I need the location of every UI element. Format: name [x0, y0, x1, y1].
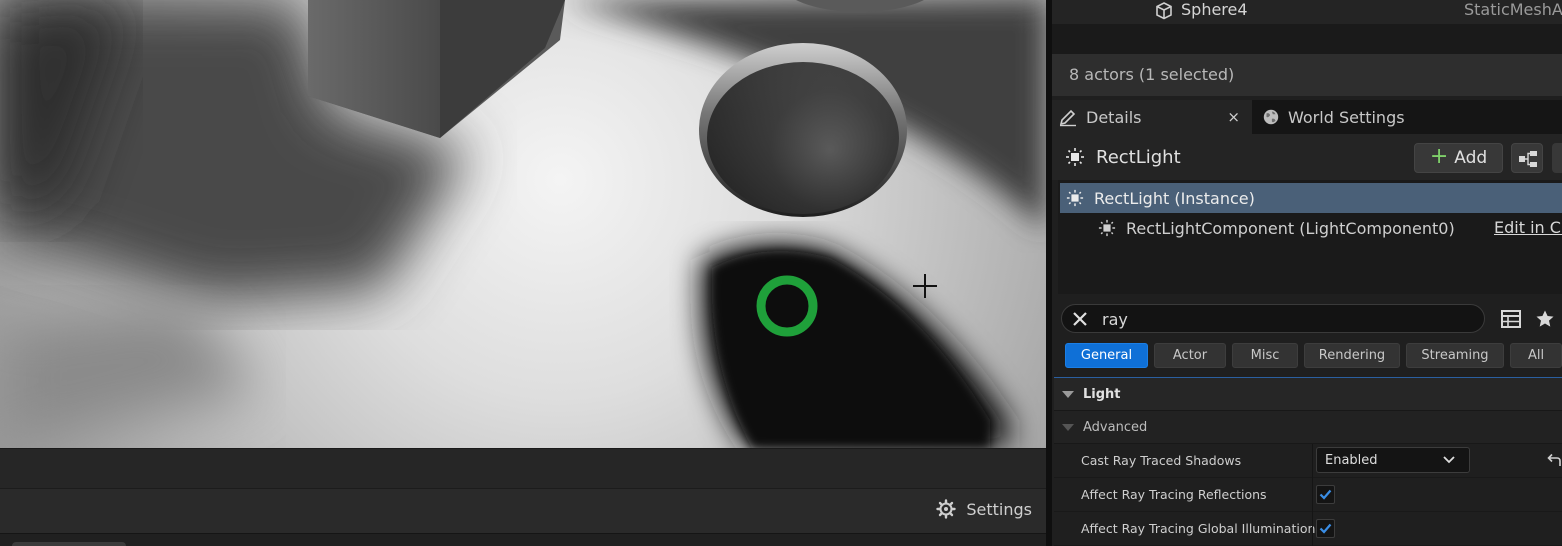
rect-light-icon [1066, 189, 1084, 207]
dropdown-value: Enabled [1325, 453, 1378, 468]
star-icon[interactable] [1535, 309, 1555, 329]
add-button-label: Add [1454, 148, 1488, 168]
overflow-button[interactable] [1552, 143, 1562, 173]
property-affect-ray-tracing-gi: Affect Ray Tracing Global Illumination [1054, 512, 1562, 546]
rect-light-icon [1098, 219, 1116, 237]
tab-details[interactable]: Details × [1052, 100, 1252, 134]
globe-icon [1263, 109, 1279, 125]
viewport-bottom-bar: Settings [0, 488, 1046, 533]
checkmark-icon [1319, 489, 1332, 500]
cast-shadows-dropdown[interactable]: Enabled [1316, 447, 1470, 473]
right-panel: Sphere4 StaticMeshA 8 actors (1 selected… [1052, 0, 1562, 546]
outliner-row-sphere4[interactable]: Sphere4 StaticMeshA [1052, 0, 1562, 24]
edit-in-cpp-link[interactable]: Edit in C+ [1494, 218, 1562, 237]
property-label: Cast Ray Traced Shadows [1081, 453, 1242, 468]
tab-world-settings-label: World Settings [1288, 107, 1405, 127]
filter-misc[interactable]: Misc [1232, 343, 1298, 368]
tab-details-label: Details [1086, 107, 1142, 127]
clear-search-icon[interactable] [1070, 309, 1090, 329]
category-advanced-label: Advanced [1083, 419, 1148, 435]
affect-gi-checkbox[interactable] [1316, 519, 1335, 538]
property-label: Affect Ray Tracing Global Illumination [1081, 521, 1316, 536]
category-filter-row: General Actor Misc Rendering Streaming A… [1052, 340, 1562, 370]
actor-count: 8 actors (1 selected) [1069, 65, 1235, 84]
component-row-rectlightcomponent[interactable]: RectLightComponent (LightComponent0) Edi… [1060, 213, 1562, 243]
filter-actor[interactable]: Actor [1154, 343, 1226, 368]
category-advanced[interactable]: Advanced [1054, 411, 1562, 444]
panel-tab-bar: Details × World Settings [1052, 100, 1562, 134]
filter-all[interactable]: All [1510, 343, 1562, 368]
filter-general[interactable]: General [1065, 343, 1148, 368]
hierarchy-icon [1519, 151, 1537, 167]
settings-button[interactable]: Settings [936, 499, 1032, 519]
viewport-footer [0, 533, 1046, 546]
column-divider[interactable] [1312, 478, 1313, 512]
settings-label: Settings [966, 499, 1032, 519]
outliner-status-bar: 8 actors (1 selected) [1052, 54, 1562, 96]
filter-rendering[interactable]: Rendering [1304, 343, 1400, 368]
chevron-down-icon [1443, 456, 1455, 464]
expand-arrow-icon [1062, 423, 1074, 431]
details-search-input[interactable] [1102, 308, 1472, 330]
property-matrix-icon[interactable] [1501, 310, 1521, 328]
component-child-label: RectLightComponent (LightComponent0) [1126, 218, 1455, 238]
category-light[interactable]: Light [1054, 378, 1562, 411]
column-divider[interactable] [1312, 444, 1313, 478]
close-icon[interactable]: × [1227, 108, 1240, 126]
add-component-button[interactable]: + Add [1414, 143, 1503, 173]
rect-light-icon [1066, 148, 1084, 166]
column-divider[interactable] [1312, 512, 1313, 546]
outliner-spacer [1052, 24, 1562, 54]
checkmark-icon [1319, 523, 1332, 534]
expand-arrow-icon [1062, 390, 1074, 398]
gear-icon [936, 499, 957, 519]
property-label: Affect Ray Tracing Reflections [1081, 487, 1267, 502]
filter-streaming[interactable]: Streaming [1406, 343, 1504, 368]
outliner-item-name: Sphere4 [1181, 0, 1248, 19]
component-tree: RectLight (Instance) RectLightComponent … [1058, 180, 1562, 294]
category-light-label: Light [1083, 386, 1121, 402]
details-header: RectLight + Add [1052, 134, 1562, 180]
component-root-label: RectLight (Instance) [1094, 188, 1255, 208]
viewport-scene [0, 0, 1046, 448]
property-list: Light Advanced Cast Ray Traced Shadows E… [1054, 377, 1562, 546]
property-affect-ray-tracing-reflections: Affect Ray Tracing Reflections [1054, 478, 1562, 512]
plus-icon: + [1429, 144, 1449, 169]
tab-world-settings[interactable]: World Settings [1258, 100, 1458, 134]
details-search-row [1052, 300, 1562, 336]
viewport-status-strip [0, 448, 1046, 488]
component-row-root[interactable]: RectLight (Instance) [1060, 183, 1562, 213]
blueprint-hierarchy-button[interactable] [1511, 143, 1543, 173]
footer-tab[interactable] [12, 542, 126, 546]
static-mesh-icon [1156, 2, 1172, 20]
details-actor-name: RectLight [1096, 147, 1181, 168]
affect-reflections-checkbox[interactable] [1316, 485, 1335, 504]
reset-to-default-icon[interactable] [1546, 452, 1562, 468]
details-search-box [1061, 304, 1485, 333]
outliner-item-type: StaticMeshA [1464, 0, 1562, 19]
property-cast-ray-traced-shadows: Cast Ray Traced Shadows Enabled [1054, 444, 1562, 478]
level-viewport[interactable] [0, 0, 1046, 448]
pencil-icon [1059, 109, 1076, 127]
